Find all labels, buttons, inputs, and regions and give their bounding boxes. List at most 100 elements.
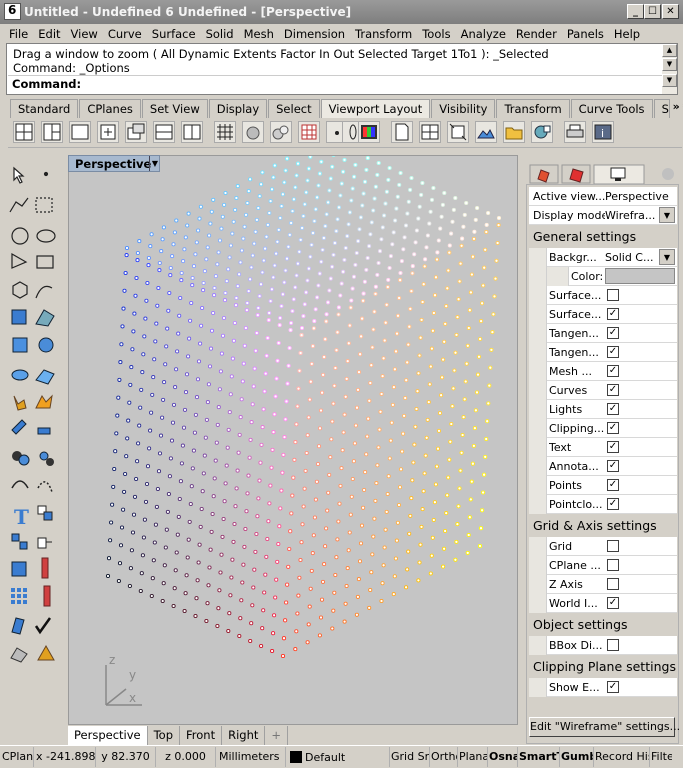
planar-toggle[interactable]: Planar xyxy=(458,747,488,767)
units-indicator[interactable]: Millimeters xyxy=(216,747,286,767)
general-settings-header[interactable]: General settings xyxy=(529,226,677,247)
tab-select[interactable]: Select xyxy=(268,99,320,118)
viewport-title-tab[interactable]: Perspective ▼ xyxy=(68,155,160,172)
tab-perspective[interactable]: Perspective xyxy=(68,726,148,745)
color-swatch[interactable] xyxy=(605,268,675,284)
scale-view-icon[interactable] xyxy=(447,121,469,143)
setting-checkbox[interactable]: ✓ xyxy=(607,498,619,510)
tab-transform[interactable]: Transform xyxy=(496,99,570,118)
setting-checkbox[interactable]: ✓ xyxy=(607,346,619,358)
menu-view[interactable]: View xyxy=(66,24,103,43)
print-icon[interactable] xyxy=(564,121,586,143)
setting-checkbox[interactable] xyxy=(607,289,619,301)
setting-checkbox[interactable]: ✓ xyxy=(607,441,619,453)
split-vertical-icon[interactable] xyxy=(181,121,203,143)
setting-checkbox[interactable] xyxy=(607,540,619,552)
menu-curve[interactable]: Curve xyxy=(103,24,147,43)
more-tabs-icon[interactable]: » xyxy=(671,99,682,118)
active-view-value[interactable]: Perspective xyxy=(605,190,669,203)
sphere-icon[interactable] xyxy=(242,121,264,143)
command-input[interactable]: Command: xyxy=(8,75,663,93)
tab-visibility[interactable]: Visibility xyxy=(431,99,496,118)
properties-icon[interactable]: i xyxy=(592,121,614,143)
background-dropdown-icon[interactable]: ▼ xyxy=(659,249,675,265)
tool-icons[interactable]: T xyxy=(4,158,64,678)
filter-toggle[interactable]: Filte xyxy=(650,747,672,767)
tab-standard[interactable]: Standard xyxy=(10,99,79,118)
tab-surface-tools[interactable]: Surface To xyxy=(653,99,670,118)
tab-right[interactable]: Right xyxy=(222,726,266,745)
menu-edit[interactable]: Edit xyxy=(33,24,65,43)
scroll-bottom-icon[interactable]: ▼ xyxy=(662,74,677,87)
rhino-app-icon[interactable]: 6 xyxy=(4,3,21,20)
tab-display[interactable]: Display xyxy=(208,99,268,118)
tab-set-view[interactable]: Set View xyxy=(141,99,208,118)
setting-checkbox[interactable]: ✓ xyxy=(607,327,619,339)
menu-transform[interactable]: Transform xyxy=(350,24,417,43)
setting-checkbox[interactable] xyxy=(607,559,619,571)
setting-checkbox[interactable] xyxy=(607,639,619,651)
menu-render[interactable]: Render xyxy=(511,24,562,43)
setting-checkbox[interactable]: ✓ xyxy=(607,403,619,415)
tab-viewport-layout[interactable]: Viewport Layout xyxy=(320,99,431,118)
menu-dimension[interactable]: Dimension xyxy=(279,24,350,43)
split-horizontal-icon[interactable] xyxy=(153,121,175,143)
osnap-toggle[interactable]: Osna xyxy=(488,747,518,767)
tab-cplanes[interactable]: CPlanes xyxy=(79,99,141,118)
tab-top[interactable]: Top xyxy=(148,726,181,745)
edit-wireframe-settings-button[interactable]: Edit "Wireframe" settings... xyxy=(529,717,680,737)
smarttrack-toggle[interactable]: SmartT xyxy=(518,747,560,767)
record-history-toggle[interactable]: Record Hist xyxy=(594,747,650,767)
maximize-button[interactable]: ☐ xyxy=(644,4,661,19)
setting-checkbox[interactable]: ✓ xyxy=(607,681,619,693)
cplane-indicator[interactable]: CPlane xyxy=(0,747,34,767)
setting-checkbox[interactable]: ✓ xyxy=(607,460,619,472)
perspective-viewport[interactable]: z y x xyxy=(68,155,518,725)
three-viewports-icon[interactable] xyxy=(41,121,63,143)
setting-checkbox[interactable]: ✓ xyxy=(607,479,619,491)
ortho-toggle[interactable]: Ortho xyxy=(430,747,458,767)
scroll-down-icon[interactable]: ▼ xyxy=(662,58,677,71)
setting-checkbox[interactable]: ✓ xyxy=(607,365,619,377)
background-value[interactable]: Solid C... xyxy=(605,251,653,264)
display-mode-dropdown-icon[interactable]: ▼ xyxy=(659,207,675,223)
add-viewport-tab-icon[interactable]: + xyxy=(265,726,289,745)
new-viewport-icon[interactable] xyxy=(97,121,119,143)
menu-surface[interactable]: Surface xyxy=(147,24,201,43)
four-viewports-icon[interactable] xyxy=(13,121,35,143)
menu-analyze[interactable]: Analyze xyxy=(456,24,511,43)
setting-checkbox[interactable]: ✓ xyxy=(607,308,619,320)
menu-file[interactable]: File xyxy=(4,24,33,43)
grid-snap-toggle[interactable]: Grid Sna xyxy=(390,747,430,767)
minimize-button[interactable]: _ xyxy=(627,4,644,19)
setting-checkbox[interactable]: ✓ xyxy=(607,384,619,396)
command-scrollbar[interactable]: ▲ ▼ ▼ xyxy=(662,44,677,94)
menu-panels[interactable]: Panels xyxy=(562,24,609,43)
named-view-icon[interactable] xyxy=(531,121,553,143)
terrain-icon[interactable] xyxy=(475,121,497,143)
gumball-toggle[interactable]: Gumb xyxy=(560,747,594,767)
two-spheres-icon[interactable] xyxy=(270,121,292,143)
setting-checkbox[interactable]: ✓ xyxy=(607,422,619,434)
page-layout-icon[interactable] xyxy=(391,121,413,143)
color-picker-icon[interactable] xyxy=(358,121,380,143)
display-mode-value[interactable]: Wirefra... xyxy=(605,209,655,222)
folder-icon[interactable] xyxy=(503,121,525,143)
setting-checkbox[interactable] xyxy=(607,578,619,590)
tab-curve-tools[interactable]: Curve Tools xyxy=(570,99,653,118)
menu-mesh[interactable]: Mesh xyxy=(239,24,279,43)
close-button[interactable]: ✕ xyxy=(662,4,679,19)
scroll-up-icon[interactable]: ▲ xyxy=(662,44,677,57)
setting-checkbox[interactable]: ✓ xyxy=(607,597,619,609)
floating-viewport-icon[interactable] xyxy=(125,121,147,143)
grid-axis-settings-header[interactable]: Grid & Axis settings xyxy=(529,515,677,536)
mesh-grid-icon[interactable] xyxy=(298,121,320,143)
chevron-down-icon[interactable]: ▼ xyxy=(149,156,160,171)
object-settings-header[interactable]: Object settings xyxy=(529,614,677,635)
tab-front[interactable]: Front xyxy=(180,726,223,745)
menu-help[interactable]: Help xyxy=(609,24,645,43)
single-viewport-icon[interactable] xyxy=(69,121,91,143)
grid-icon[interactable] xyxy=(214,121,236,143)
detail-view-icon[interactable] xyxy=(419,121,441,143)
menu-solid[interactable]: Solid xyxy=(201,24,239,43)
